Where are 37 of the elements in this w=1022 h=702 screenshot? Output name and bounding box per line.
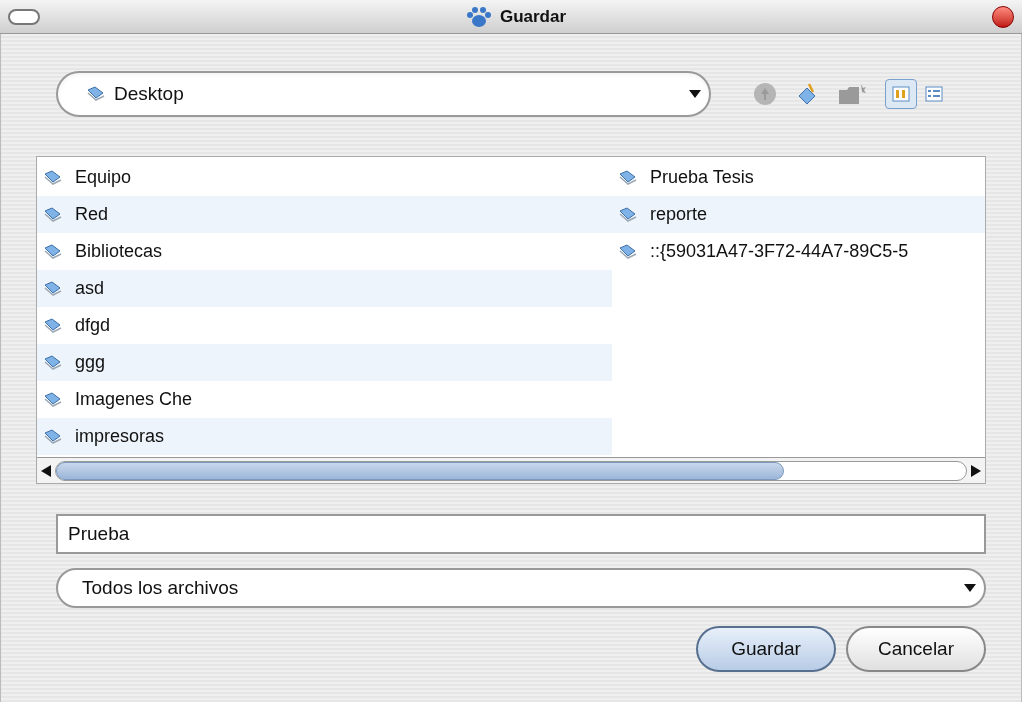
minimize-button[interactable] <box>8 8 40 25</box>
folder-icon <box>43 316 63 335</box>
folder-icon <box>618 205 638 224</box>
file-item[interactable]: impresoras <box>37 418 612 455</box>
close-button[interactable] <box>992 5 1014 28</box>
file-item[interactable]: asd <box>37 270 612 307</box>
file-item[interactable]: reporte <box>612 196 985 233</box>
location-dropdown[interactable]: Desktop <box>56 71 711 117</box>
paw-icon <box>465 5 492 28</box>
folder-icon <box>618 168 638 187</box>
details-view-icon <box>925 86 943 102</box>
file-item[interactable]: ggg <box>37 344 612 381</box>
new-folder-icon[interactable] <box>837 82 867 106</box>
caret-icon <box>964 584 976 592</box>
folder-icon <box>43 205 63 224</box>
folder-icon <box>43 353 63 372</box>
folder-icon <box>43 242 63 261</box>
scrollbar-thumb[interactable] <box>56 461 784 480</box>
up-folder-icon[interactable] <box>753 82 777 106</box>
file-type-dropdown[interactable]: Todos los archivos <box>56 568 986 608</box>
dialog-button[interactable]: Cancelar <box>846 626 986 672</box>
folder-icon <box>86 85 106 103</box>
folder-icon <box>43 390 63 409</box>
caret-icon <box>689 90 701 98</box>
window-title: Guardar <box>499 5 567 28</box>
file-item[interactable]: Red <box>37 196 612 233</box>
scroll-right-icon[interactable] <box>971 464 981 477</box>
horizontal-scrollbar[interactable] <box>37 457 985 483</box>
file-name-field[interactable]: Prueba <box>56 514 986 554</box>
list-view-icon <box>892 86 910 102</box>
scroll-left-icon[interactable] <box>41 464 51 477</box>
folder-icon <box>43 279 63 298</box>
folder-icon <box>618 242 638 261</box>
folder-icon <box>43 168 63 187</box>
folder-icon <box>43 427 63 446</box>
dialog-button[interactable]: Guardar <box>696 626 836 672</box>
view-toggle-button[interactable] <box>885 79 917 109</box>
